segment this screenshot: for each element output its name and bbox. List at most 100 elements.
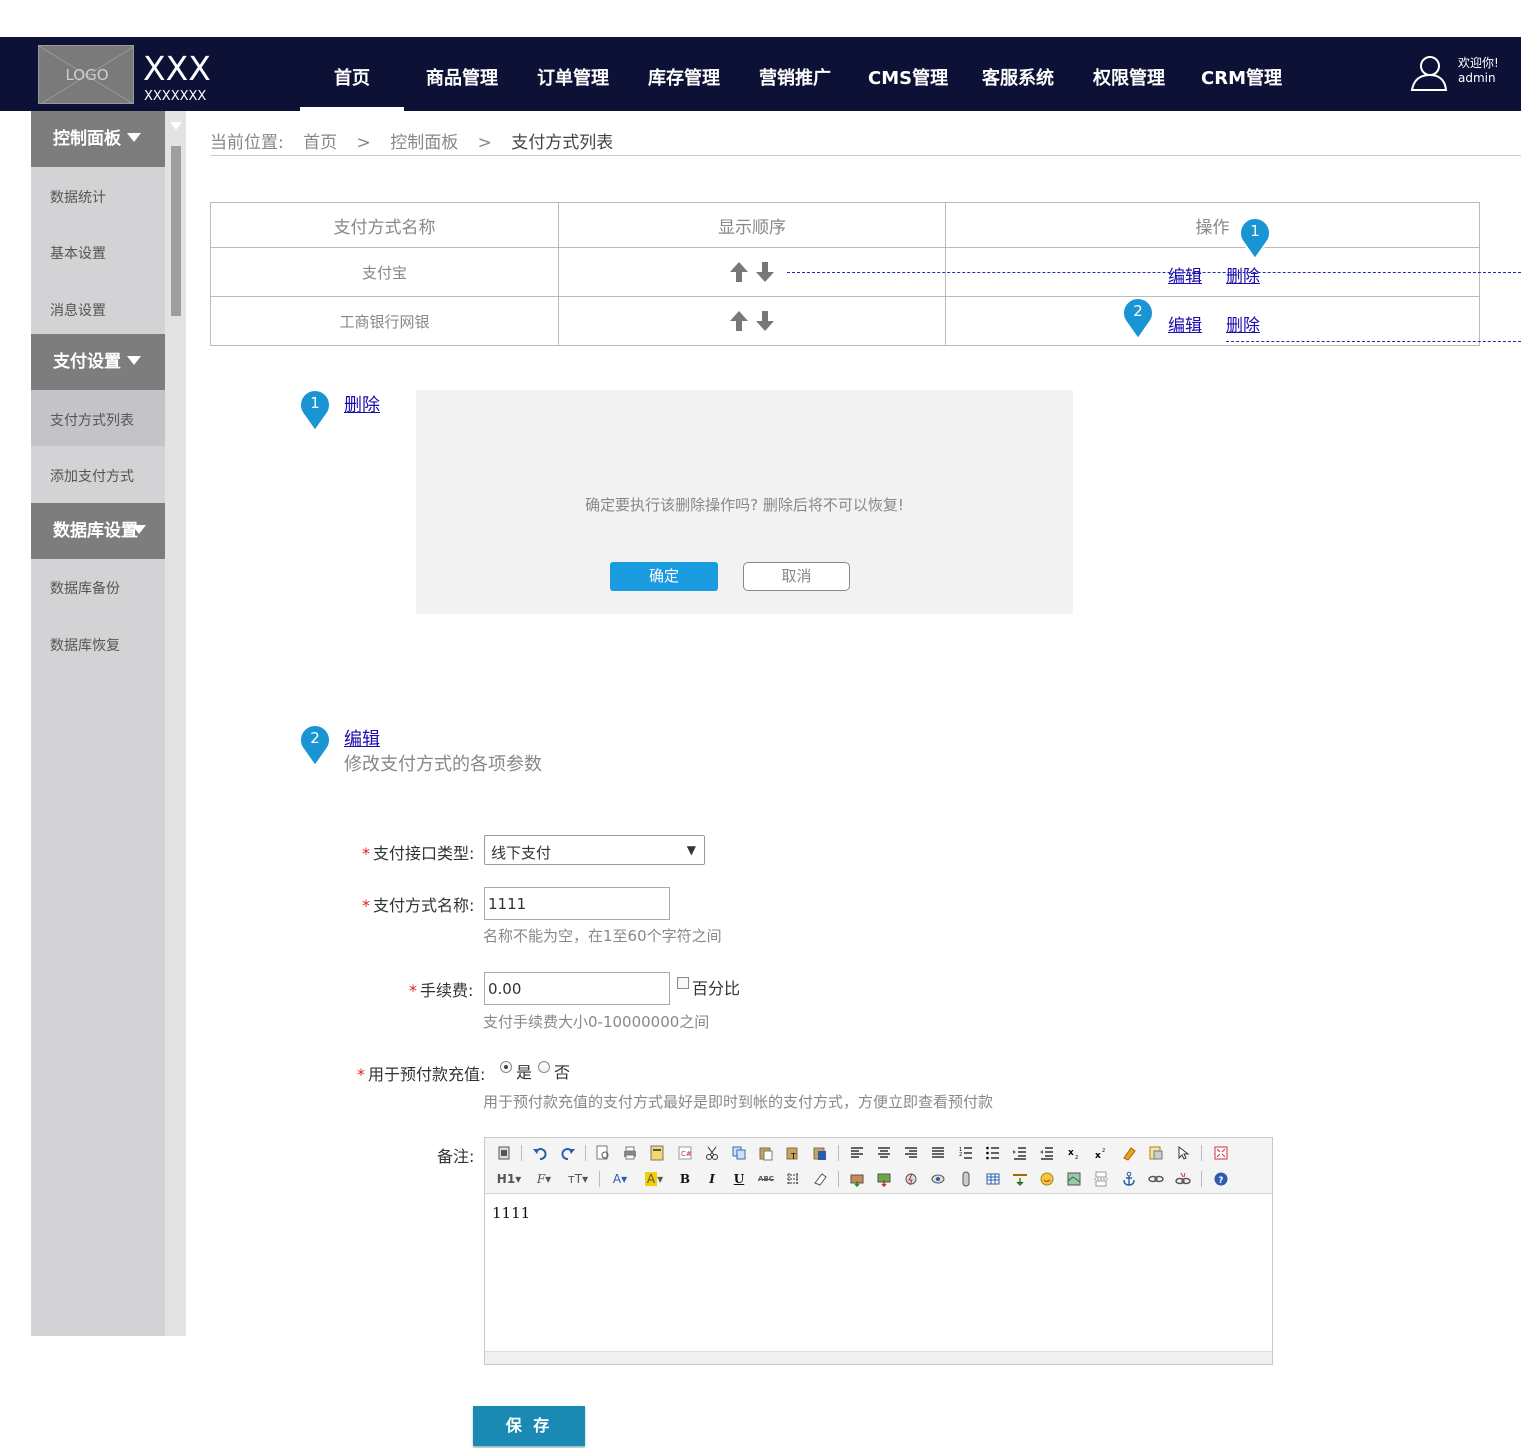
media-icon[interactable] (930, 1171, 946, 1187)
subscript-icon[interactable]: x2 (1066, 1145, 1082, 1161)
nav-goods[interactable]: 商品管理 (426, 64, 498, 90)
nav-marketing[interactable]: 营销推广 (759, 64, 831, 90)
arrow-down-icon[interactable] (754, 260, 776, 284)
delete-annotation-link[interactable]: 删除 (344, 391, 380, 417)
rich-text-editor[interactable]: C# T 12 x2 x2 H1▾ F▾ тT▾ A▾ A ▾ B I U ABC (484, 1137, 1273, 1365)
percent-checkbox[interactable] (677, 977, 689, 989)
emoticon-icon[interactable] (1039, 1171, 1055, 1187)
paste-text-icon[interactable]: T (785, 1145, 801, 1161)
sidebar-item-db-restore[interactable]: 数据库恢复 (50, 635, 120, 655)
help-icon[interactable]: ? (1213, 1171, 1229, 1187)
font-family-icon[interactable]: F▾ (533, 1171, 555, 1187)
align-right-icon[interactable] (903, 1145, 919, 1161)
save-button[interactable]: 保 存 (473, 1406, 585, 1446)
breadcrumb-control-panel[interactable]: 控制面板 (390, 133, 458, 153)
eraser-icon[interactable] (812, 1171, 828, 1187)
sidebar-item-db-backup[interactable]: 数据库备份 (50, 578, 120, 598)
horizontal-rule-icon[interactable] (1012, 1171, 1028, 1187)
sidebar-item-message-settings[interactable]: 消息设置 (50, 300, 106, 320)
undo-icon[interactable] (532, 1145, 548, 1161)
sidebar-item-payment-list[interactable]: 支付方式列表 (50, 410, 134, 430)
delete-link-row1[interactable]: 删除 (1226, 262, 1260, 287)
nav-inventory[interactable]: 库存管理 (648, 64, 720, 90)
nav-cms[interactable]: CMS管理 (868, 64, 948, 90)
username[interactable]: admin (1458, 71, 1499, 86)
redo-icon[interactable] (560, 1145, 576, 1161)
payment-name-input[interactable] (484, 887, 670, 920)
align-justify-icon[interactable] (930, 1145, 946, 1161)
ordered-list-icon[interactable]: 12 (958, 1145, 974, 1161)
editor-resize-bar[interactable] (485, 1351, 1272, 1364)
anchor-icon[interactable] (1121, 1171, 1137, 1187)
arrow-down-icon[interactable] (754, 309, 776, 333)
heading-icon[interactable]: H1▾ (496, 1171, 522, 1187)
source-code-icon[interactable] (496, 1145, 512, 1161)
delete-link-row2[interactable]: 删除 (1226, 311, 1260, 336)
align-center-icon[interactable] (876, 1145, 892, 1161)
confirm-button[interactable]: 确定 (610, 562, 718, 591)
sidebar-section-database[interactable]: 数据库设置 (31, 503, 165, 559)
highlight-icon[interactable]: A ▾ (642, 1171, 666, 1187)
nav-permissions[interactable]: 权限管理 (1093, 64, 1165, 90)
sidebar-item-basic-settings[interactable]: 基本设置 (50, 243, 106, 263)
bold-icon[interactable]: B (677, 1171, 693, 1187)
paste-icon[interactable] (758, 1145, 774, 1161)
cursor-icon[interactable] (1175, 1145, 1191, 1161)
payment-type-select[interactable]: 线下支付 ▼ (484, 835, 705, 865)
superscript-icon[interactable]: x2 (1093, 1145, 1109, 1161)
preview-icon[interactable] (595, 1145, 611, 1161)
edit-link-row1[interactable]: 编辑 (1168, 262, 1202, 287)
cancel-button[interactable]: 取消 (743, 562, 850, 591)
outdent-icon[interactable] (1039, 1145, 1055, 1161)
prepay-yes-radio[interactable] (500, 1061, 512, 1073)
sidebar-section-payment[interactable]: 支付设置 (31, 334, 165, 390)
map-icon[interactable] (1066, 1171, 1082, 1187)
user-icon[interactable] (1408, 54, 1448, 92)
edit-link-row2[interactable]: 编辑 (1168, 311, 1202, 336)
order-cell (558, 296, 946, 346)
arrow-up-icon[interactable] (728, 309, 750, 333)
page-break-icon[interactable] (1093, 1171, 1109, 1187)
nav-crm[interactable]: CRM管理 (1201, 64, 1282, 90)
fullscreen-icon[interactable] (1213, 1145, 1229, 1161)
italic-icon[interactable]: I (704, 1171, 720, 1187)
breadcrumb-home[interactable]: 首页 (303, 133, 337, 153)
template-icon[interactable] (649, 1145, 665, 1161)
prepay-no-radio[interactable] (538, 1061, 550, 1073)
edit-annotation-link[interactable]: 编辑 (344, 725, 380, 751)
sidebar-section-control-panel[interactable]: 控制面板 (31, 111, 165, 167)
table-icon[interactable] (985, 1171, 1001, 1187)
attachment-icon[interactable] (958, 1171, 974, 1187)
top-navigation-bar: LOGO XXX XXXXXXX 首页 商品管理 订单管理 库存管理 营销推广 … (0, 37, 1521, 111)
editor-content[interactable]: 1111 (492, 1204, 530, 1222)
nav-orders[interactable]: 订单管理 (537, 64, 609, 90)
unordered-list-icon[interactable] (985, 1145, 1001, 1161)
nav-service[interactable]: 客服系统 (982, 64, 1054, 90)
indent-icon[interactable] (1012, 1145, 1028, 1161)
underline-icon[interactable]: U (731, 1171, 747, 1187)
strikethrough-icon[interactable]: ABC (756, 1171, 776, 1187)
flash-icon[interactable] (903, 1171, 919, 1187)
cut-icon[interactable] (704, 1145, 720, 1161)
font-size-icon[interactable]: тT▾ (565, 1171, 591, 1187)
fee-input[interactable] (484, 972, 670, 1005)
line-height-icon[interactable] (785, 1171, 801, 1187)
insert-image-icon[interactable] (849, 1171, 865, 1187)
nav-home[interactable]: 首页 (334, 64, 370, 90)
sidebar-scrollbar-thumb[interactable] (171, 146, 181, 316)
clear-format-icon[interactable] (1121, 1145, 1137, 1161)
arrow-up-icon[interactable] (728, 260, 750, 284)
sidebar-item-statistics[interactable]: 数据统计 (50, 187, 106, 207)
copy-icon[interactable] (731, 1145, 747, 1161)
font-color-icon[interactable]: A▾ (609, 1171, 631, 1187)
scroll-up-icon[interactable] (170, 122, 182, 130)
print-icon[interactable] (622, 1145, 638, 1161)
multi-image-icon[interactable] (876, 1171, 892, 1187)
align-left-icon[interactable] (849, 1145, 865, 1161)
paste-word-icon[interactable] (812, 1145, 828, 1161)
sidebar-item-add-payment[interactable]: 添加支付方式 (50, 466, 134, 486)
unlink-icon[interactable] (1175, 1171, 1191, 1187)
code-icon[interactable]: C# (677, 1145, 693, 1161)
link-icon[interactable] (1148, 1171, 1164, 1187)
select-all-icon[interactable] (1148, 1145, 1164, 1161)
